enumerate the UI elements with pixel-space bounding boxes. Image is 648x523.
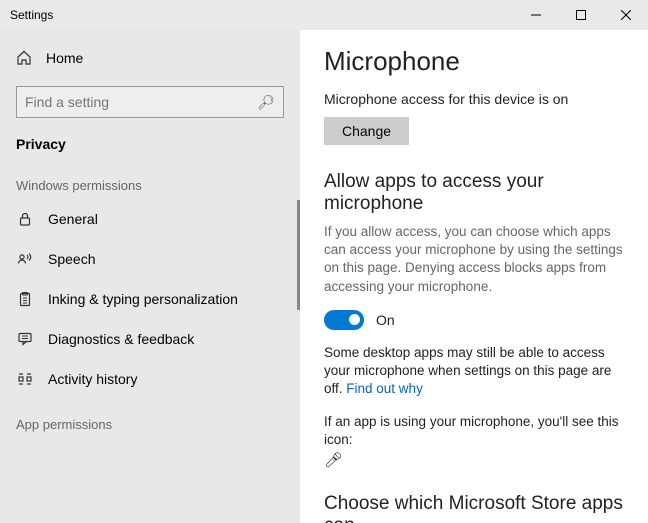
minimize-button[interactable] [513, 0, 558, 30]
title-bar: Settings [0, 0, 648, 30]
microphone-icon: 🎤︎ [324, 451, 343, 471]
window-title: Settings [10, 8, 53, 22]
nav-item-label: Speech [48, 251, 95, 267]
allow-apps-toggle[interactable] [324, 310, 364, 330]
lock-icon [16, 211, 34, 227]
change-button[interactable]: Change [324, 117, 409, 145]
nav-item-activity[interactable]: Activity history [0, 359, 300, 399]
search-input[interactable] [25, 94, 257, 110]
nav-item-speech[interactable]: Speech [0, 239, 300, 279]
nav-home-label: Home [46, 50, 83, 66]
search-box[interactable]: 🔍︎ [16, 86, 284, 118]
store-apps-title: Choose which Microsoft Store apps can [324, 493, 624, 523]
allow-apps-title: Allow apps to access your microphone [324, 171, 624, 215]
nav-home[interactable]: Home [0, 40, 300, 76]
nav-item-general[interactable]: General [0, 199, 300, 239]
nav-item-inking[interactable]: Inking & typing personalization [0, 279, 300, 319]
nav-item-label: General [48, 211, 98, 227]
allow-apps-desc: If you allow access, you can choose whic… [324, 223, 624, 296]
mic-in-use-note: If an app is using your microphone, you'… [324, 413, 624, 472]
page-title: Microphone [324, 46, 624, 77]
close-button[interactable] [603, 0, 648, 30]
nav-item-label: Diagnostics & feedback [48, 331, 194, 347]
group-windows-permissions: Windows permissions [0, 160, 300, 199]
category-label: Privacy [0, 128, 300, 160]
group-app-permissions: App permissions [0, 399, 300, 438]
maximize-button[interactable] [558, 0, 603, 30]
home-icon [16, 50, 32, 66]
search-icon: 🔍︎ [257, 94, 275, 111]
nav-item-label: Activity history [48, 371, 137, 387]
device-access-status: Microphone access for this device is on [324, 91, 624, 107]
find-out-why-link[interactable]: Find out why [346, 381, 423, 396]
window-controls [513, 0, 648, 30]
clipboard-icon [16, 291, 34, 307]
toggle-state-label: On [376, 312, 395, 328]
speech-icon [16, 251, 34, 267]
activity-icon [16, 371, 34, 387]
nav-item-diagnostics[interactable]: Diagnostics & feedback [0, 319, 300, 359]
nav-item-label: Inking & typing personalization [48, 291, 238, 307]
feedback-icon [16, 331, 34, 347]
sidebar: Home 🔍︎ Privacy Windows permissions Gene… [0, 30, 300, 523]
content-pane: Microphone Microphone access for this de… [300, 30, 648, 523]
desktop-apps-note: Some desktop apps may still be able to a… [324, 344, 624, 399]
